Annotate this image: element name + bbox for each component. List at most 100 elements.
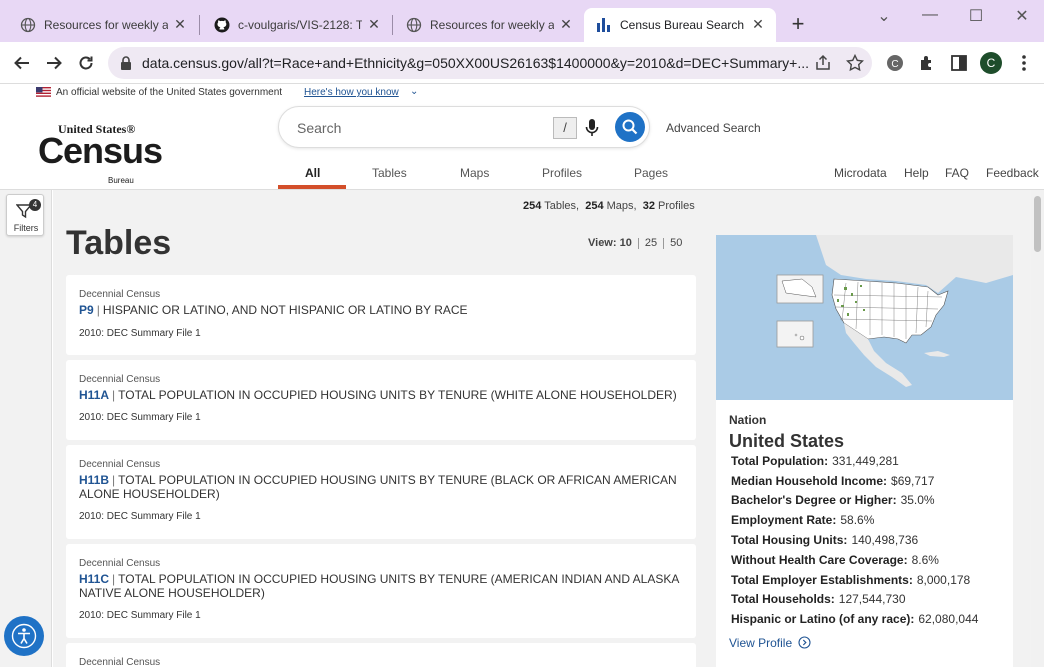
- stat-median-household-income: Median Household Income: $69,717: [731, 474, 935, 488]
- card-source: 2010: DEC Summary File 1: [79, 328, 201, 339]
- globe-icon: [406, 17, 422, 33]
- minimize-icon[interactable]: —: [920, 6, 940, 24]
- browser-tab[interactable]: c-voulgaris/VIS-2128: Th ✕: [194, 8, 392, 42]
- tab-search-icon[interactable]: ⌄: [874, 6, 894, 26]
- page-scrollbar[interactable]: [1031, 190, 1044, 667]
- card-title-text[interactable]: TOTAL POPULATION IN OCCUPIED HOUSING UNI…: [79, 572, 679, 600]
- filters-button[interactable]: 4 Filters: [6, 194, 44, 236]
- close-icon[interactable]: ✕: [558, 16, 574, 33]
- browser-tab-active[interactable]: Census Bureau Search ✕: [584, 8, 776, 42]
- stat-employment-rate: Employment Rate: 58.6%: [731, 513, 875, 527]
- faq-link[interactable]: FAQ: [945, 166, 969, 180]
- help-link[interactable]: Help: [904, 166, 929, 180]
- card-title[interactable]: H11B | TOTAL POPULATION IN OCCUPIED HOUSIN…: [79, 473, 679, 501]
- puzzle-icon[interactable]: [917, 53, 937, 73]
- bookmark-star-icon[interactable]: [845, 53, 865, 72]
- card-type: Decennial Census: [79, 558, 161, 569]
- result-card[interactable]: Decennial Census H11B | TOTAL POPULATION I…: [66, 445, 696, 539]
- view-option-10[interactable]: 10: [620, 237, 632, 249]
- scrollbar-thumb[interactable]: [1034, 196, 1041, 252]
- stat-total-housing-units: Total Housing Units: 140,498,736: [731, 533, 919, 547]
- card-code[interactable]: H11B: [79, 473, 109, 487]
- kebab-menu-icon[interactable]: [1014, 53, 1034, 73]
- window-close-icon[interactable]: ✕: [1012, 6, 1032, 26]
- maps-count: 254: [585, 200, 604, 212]
- tab-tables[interactable]: Tables: [372, 166, 407, 180]
- card-title-text[interactable]: TOTAL POPULATION IN OCCUPIED HOUSING UNI…: [79, 473, 677, 501]
- browser-tab[interactable]: Resources for weekly as ✕: [386, 8, 584, 42]
- tab-pages[interactable]: Pages: [634, 166, 668, 180]
- heres-how-you-know-link[interactable]: Here's how you know: [304, 87, 399, 98]
- gov-banner: An official website of the United States…: [0, 84, 1044, 102]
- search-button[interactable]: [615, 112, 645, 142]
- logo-line2: Census: [38, 130, 163, 171]
- new-tab-button[interactable]: +: [788, 12, 808, 36]
- back-icon[interactable]: [11, 52, 33, 74]
- card-title[interactable]: H11A | TOTAL POPULATION IN OCCUPIED HOUSIN…: [79, 388, 679, 402]
- feedback-link[interactable]: Feedback: [986, 166, 1039, 180]
- result-card[interactable]: Decennial Census H11A | TOTAL POPULATION I…: [66, 360, 696, 440]
- census-chart-icon: [596, 17, 612, 33]
- card-code[interactable]: H11A: [79, 388, 109, 402]
- close-icon[interactable]: ✕: [750, 16, 766, 33]
- view-profile-link[interactable]: View Profile: [729, 636, 812, 650]
- chevron-down-icon[interactable]: ⌄: [410, 86, 418, 97]
- card-type: Decennial Census: [79, 657, 161, 667]
- result-card[interactable]: Decennial Census P9 | HISPANIC OR LATINO, …: [66, 275, 696, 355]
- svg-text:C: C: [891, 59, 898, 70]
- browser-tab-strip: Resources for weekly as ✕ c-voulgaris/VI…: [0, 0, 1044, 42]
- stat-total-population: Total Population: 331,449,281: [731, 454, 899, 468]
- url-text[interactable]: data.census.gov/all?t=Race+and+Ethnicity…: [142, 55, 814, 71]
- view-option-50[interactable]: 50: [670, 237, 682, 249]
- profile-level: Nation: [729, 413, 767, 427]
- search-input[interactable]: Search: [297, 120, 341, 136]
- us-flag-icon: [36, 87, 51, 97]
- card-title-text[interactable]: HISPANIC OR LATINO, AND NOT HISPANIC OR …: [103, 303, 468, 317]
- side-panel-icon[interactable]: [949, 53, 969, 73]
- site-header: United States® Census Bureau Search / Ad…: [0, 102, 1044, 190]
- tab-maps[interactable]: Maps: [460, 166, 489, 180]
- address-bar[interactable]: data.census.gov/all?t=Race+and+Ethnicity…: [108, 47, 872, 79]
- view-label: View:: [588, 237, 617, 249]
- left-rail: 4 Filters: [0, 190, 52, 667]
- extension-icon[interactable]: C: [885, 53, 905, 73]
- profile-avatar[interactable]: C: [980, 52, 1002, 74]
- accessibility-button[interactable]: [4, 616, 44, 656]
- card-title[interactable]: P9 | HISPANIC OR LATINO, AND NOT HISPANIC …: [79, 303, 679, 317]
- profile-card: Nation United States Total Population: 33…: [716, 235, 1013, 667]
- microdata-link[interactable]: Microdata: [834, 166, 887, 180]
- forward-icon[interactable]: [43, 52, 65, 74]
- tab-all[interactable]: All: [305, 166, 320, 180]
- close-icon[interactable]: ✕: [172, 16, 188, 33]
- lock-icon[interactable]: [120, 55, 132, 76]
- share-icon[interactable]: [814, 54, 832, 72]
- accessibility-icon: [11, 623, 37, 649]
- reload-icon[interactable]: [75, 52, 97, 74]
- card-type: Decennial Census: [79, 374, 161, 385]
- stat-without-health-coverage: Without Health Care Coverage: 8.6%: [731, 553, 939, 567]
- profile-map[interactable]: [716, 235, 1013, 400]
- profiles-count: 32: [642, 200, 655, 212]
- maximize-icon[interactable]: ☐: [966, 6, 986, 26]
- profile-name: United States: [729, 431, 845, 451]
- card-code[interactable]: H11C: [79, 572, 109, 586]
- card-code[interactable]: P9: [79, 303, 94, 317]
- microphone-icon[interactable]: [585, 118, 599, 143]
- search-box[interactable]: Search /: [278, 106, 650, 148]
- card-title[interactable]: H11C | TOTAL POPULATION IN OCCUPIED HOUSIN…: [79, 572, 679, 600]
- result-card[interactable]: Decennial Census: [66, 643, 696, 667]
- gov-banner-text: An official website of the United States…: [56, 87, 283, 98]
- view-option-25[interactable]: 25: [645, 237, 657, 249]
- advanced-search-link[interactable]: Advanced Search: [666, 121, 761, 135]
- card-title-text[interactable]: TOTAL POPULATION IN OCCUPIED HOUSING UNI…: [118, 388, 677, 402]
- tab-profiles[interactable]: Profiles: [542, 166, 582, 180]
- page-title: Tables: [66, 224, 172, 262]
- close-icon[interactable]: ✕: [366, 16, 382, 33]
- browser-tab[interactable]: Resources for weekly as ✕: [0, 8, 198, 42]
- tables-count: 254: [523, 200, 542, 212]
- github-icon: [214, 17, 230, 33]
- result-card[interactable]: Decennial Census H11C | TOTAL POPULATION I…: [66, 544, 696, 638]
- tab-title: Census Bureau Search: [620, 18, 744, 32]
- tables-count-label: Tables,: [544, 200, 580, 212]
- census-logo[interactable]: United States® Census Bureau: [38, 122, 163, 185]
